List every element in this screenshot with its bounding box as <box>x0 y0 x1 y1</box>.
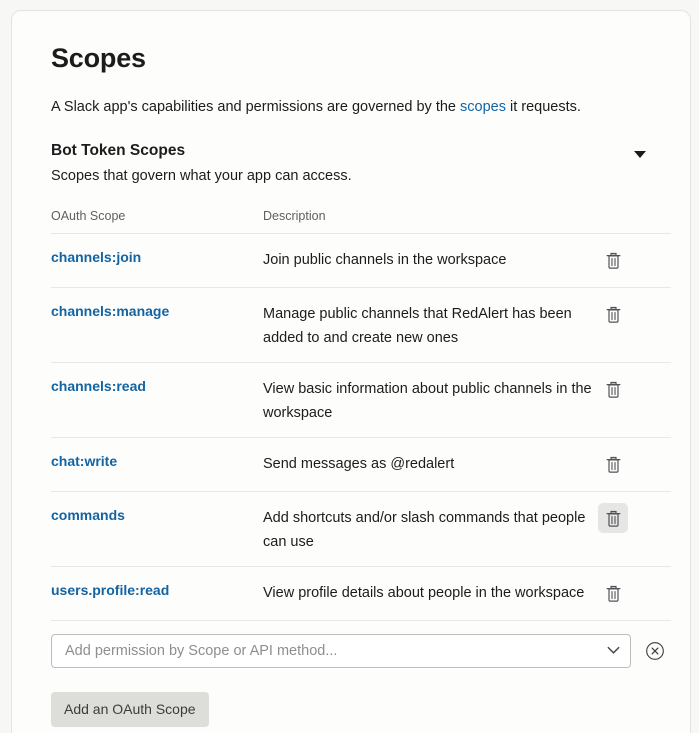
intro-paragraph: A Slack app's capabilities and permissio… <box>51 97 650 117</box>
row-actions <box>593 452 633 479</box>
table-row: commands Add shortcuts and/or slash comm… <box>51 492 671 567</box>
scope-link[interactable]: chat:write <box>51 452 263 471</box>
trash-icon[interactable] <box>598 449 628 479</box>
scopes-page: Scopes A Slack app's capabilities and pe… <box>0 0 699 733</box>
caret-down-glyph <box>634 151 646 158</box>
table-row: channels:manage Manage public channels t… <box>51 288 671 363</box>
intro-text-before: A Slack app's capabilities and permissio… <box>51 99 461 115</box>
circle-x-glyph <box>646 642 664 660</box>
scope-description: View profile details about people in the… <box>263 585 585 601</box>
scope-description: Join public channels in the workspace <box>263 252 507 268</box>
circle-x-icon[interactable] <box>643 639 667 663</box>
scopes-table: OAuth Scope Description channels:join Jo… <box>51 208 671 733</box>
trash-glyph <box>606 510 620 527</box>
table-header-row: OAuth Scope Description <box>51 208 671 234</box>
scopes-link[interactable]: scopes <box>460 99 506 115</box>
section-subtitle: Scopes that govern what your app can acc… <box>51 168 352 184</box>
scope-link[interactable]: channels:manage <box>51 302 263 321</box>
trash-icon[interactable] <box>598 299 628 329</box>
trash-icon[interactable] <box>598 245 628 275</box>
scope-link[interactable]: channels:read <box>51 377 263 396</box>
intro-text-after: it requests. <box>505 99 581 115</box>
add-scope-row: Add an OAuth Scope <box>51 692 671 727</box>
scope-description: Send messages as @redalert <box>263 456 455 472</box>
scope-description: View basic information about public chan… <box>263 381 592 421</box>
trash-icon[interactable] <box>598 578 628 608</box>
bot-token-scopes-header: Bot Token Scopes Scopes that govern what… <box>51 141 650 186</box>
scope-link[interactable]: commands <box>51 506 263 525</box>
trash-icon[interactable] <box>598 374 628 404</box>
scope-link[interactable]: channels:join <box>51 248 263 267</box>
row-actions <box>593 377 633 404</box>
table-row: users.profile:read View profile details … <box>51 567 671 621</box>
trash-glyph <box>606 585 620 602</box>
trash-glyph <box>606 306 620 323</box>
trash-glyph <box>606 252 620 269</box>
table-row: chat:write Send messages as @redalert <box>51 438 671 492</box>
row-actions <box>593 503 633 533</box>
row-actions <box>593 248 633 275</box>
add-permission-select[interactable]: Add permission by Scope or API method... <box>51 634 631 668</box>
column-header-scope: OAuth Scope <box>51 209 126 223</box>
trash-icon[interactable] <box>598 503 628 533</box>
add-permission-select-wrap: Add permission by Scope or API method... <box>51 634 631 668</box>
add-permission-row: Add permission by Scope or API method... <box>51 634 671 668</box>
page-title: Scopes <box>51 43 146 73</box>
row-actions <box>593 581 633 608</box>
scope-description: Manage public channels that RedAlert has… <box>263 306 572 346</box>
section-title: Bot Token Scopes <box>51 142 186 159</box>
trash-glyph <box>606 381 620 398</box>
table-row: channels:join Join public channels in th… <box>51 234 671 288</box>
caret-down-icon[interactable] <box>630 145 650 165</box>
scope-link[interactable]: users.profile:read <box>51 581 263 600</box>
table-row: channels:read View basic information abo… <box>51 363 671 438</box>
scopes-card: Scopes A Slack app's capabilities and pe… <box>11 10 691 733</box>
scope-description: Add shortcuts and/or slash commands that… <box>263 510 586 550</box>
column-header-description: Description <box>263 209 326 223</box>
row-actions <box>593 302 633 329</box>
add-oauth-scope-button[interactable]: Add an OAuth Scope <box>51 692 209 727</box>
trash-glyph <box>606 456 620 473</box>
